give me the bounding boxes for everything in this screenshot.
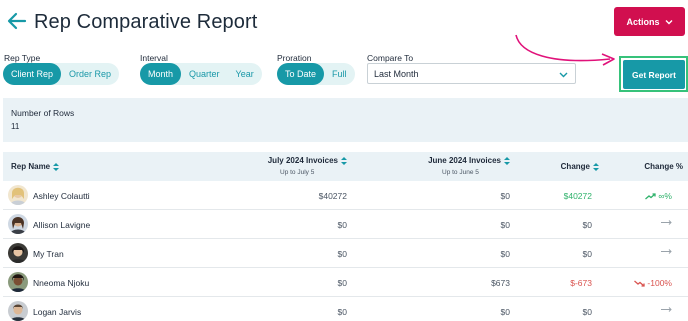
change-pct-value: ∞% (658, 191, 672, 201)
june-invoices-value: $0 (500, 191, 510, 201)
interval-label: Interval (140, 53, 168, 63)
interval-option-quarter[interactable]: Quarter (181, 63, 228, 85)
back-arrow-icon[interactable] (6, 10, 28, 32)
avatar (8, 272, 28, 292)
table-row[interactable]: My Tran $0 $0 $0 (3, 239, 688, 268)
july-invoices-value: $0 (337, 249, 347, 259)
change-value: $0 (582, 249, 592, 259)
change-pct-value: -100% (647, 278, 672, 288)
sort-icon (341, 156, 347, 165)
rep-type-label: Rep Type (4, 53, 41, 63)
rep-name: Ashley Colautti (33, 191, 90, 201)
avatar (8, 185, 28, 205)
page-title: Rep Comparative Report (34, 11, 258, 33)
proration-toggle: To Date Full (277, 63, 355, 85)
change-pct-cell (661, 249, 672, 254)
avatar (8, 301, 28, 321)
rep-type-option-order-rep[interactable]: Order Rep (61, 63, 119, 85)
column-june-invoices-label: June 2024 Invoices (428, 156, 501, 165)
rep-name: Logan Jarvis (33, 307, 82, 317)
proration-option-full[interactable]: Full (324, 63, 355, 85)
table-row[interactable]: Ashley Colautti $40272 $0 $40272 ∞% (3, 181, 688, 210)
arrow-right-icon (661, 307, 672, 312)
column-june-invoices[interactable]: June 2024 Invoices (428, 156, 510, 165)
table-row[interactable]: Nneoma Njoku $0 $673 $-673 -100% (3, 268, 688, 297)
trend-up-icon (645, 192, 657, 199)
column-change-pct[interactable]: Change % (644, 162, 683, 171)
change-pct-cell (661, 307, 672, 312)
june-invoices-value: $0 (500, 249, 510, 259)
proration-option-to-date[interactable]: To Date (277, 63, 325, 85)
june-invoices-value: $0 (500, 307, 510, 317)
table-row[interactable]: Allison Lavigne $0 $0 $0 (3, 210, 688, 239)
july-invoices-value: $40272 (318, 191, 347, 201)
compare-to-select[interactable]: Last Month (367, 63, 576, 84)
rep-type-option-client-rep[interactable]: Client Rep (3, 63, 62, 85)
column-july-invoices[interactable]: July 2024 Invoices (268, 156, 347, 165)
table-row[interactable]: Logan Jarvis $0 $0 $0 (3, 297, 688, 321)
july-invoices-value: $0 (337, 307, 347, 317)
july-invoices-value: $0 (337, 220, 347, 230)
change-value: $0 (582, 307, 592, 317)
rep-type-toggle: Client Rep Order Rep (3, 63, 120, 85)
arrow-right-icon (661, 220, 672, 225)
column-change-pct-label: Change % (644, 162, 683, 171)
sort-icon (593, 162, 599, 171)
june-invoices-value: $0 (500, 220, 510, 230)
avatar (8, 214, 28, 234)
rep-name: My Tran (33, 249, 64, 259)
avatar (8, 243, 28, 263)
column-rep-name-label: Rep Name (11, 162, 51, 171)
july-invoices-value: $0 (337, 278, 347, 288)
proration-label: Proration (277, 53, 312, 63)
column-change-label: Change (560, 162, 590, 171)
column-july-invoices-label: July 2024 Invoices (267, 156, 338, 165)
number-of-rows-label: Number of Rows (11, 108, 75, 118)
actions-button-label: Actions (626, 16, 660, 27)
change-value: $-673 (570, 278, 592, 288)
rep-name: Nneoma Njoku (33, 278, 90, 288)
number-of-rows-value: 11 (11, 122, 20, 131)
column-june-subtitle: Up to June 5 (442, 169, 479, 176)
chevron-down-icon (559, 72, 568, 78)
compare-to-label: Compare To (367, 53, 414, 63)
june-invoices-value: $673 (491, 278, 510, 288)
table-header: Rep Name July 2024 Invoices Up to July 5… (3, 152, 688, 181)
actions-button[interactable]: Actions (614, 7, 685, 36)
column-change[interactable]: Change (561, 162, 599, 171)
get-report-button[interactable]: Get Report (623, 60, 685, 89)
change-pct-cell: ∞% (645, 191, 672, 201)
trend-down-icon (634, 280, 646, 287)
column-july-subtitle: Up to July 5 (280, 169, 315, 176)
rep-name: Allison Lavigne (33, 220, 91, 230)
chevron-down-icon (665, 19, 672, 24)
compare-to-value: Last Month (374, 68, 419, 79)
summary-panel: Number of Rows 11 (3, 98, 688, 142)
sort-icon (504, 156, 510, 165)
interval-option-year[interactable]: Year (228, 63, 262, 85)
interval-toggle: Month Quarter Year (140, 63, 262, 85)
sort-icon (53, 162, 60, 171)
interval-option-month[interactable]: Month (140, 63, 182, 85)
change-pct-cell (661, 220, 672, 225)
column-rep-name[interactable]: Rep Name (11, 162, 60, 171)
change-pct-cell: -100% (634, 278, 672, 288)
change-value: $40272 (563, 191, 592, 201)
change-value: $0 (582, 220, 592, 230)
arrow-right-icon (661, 249, 672, 254)
